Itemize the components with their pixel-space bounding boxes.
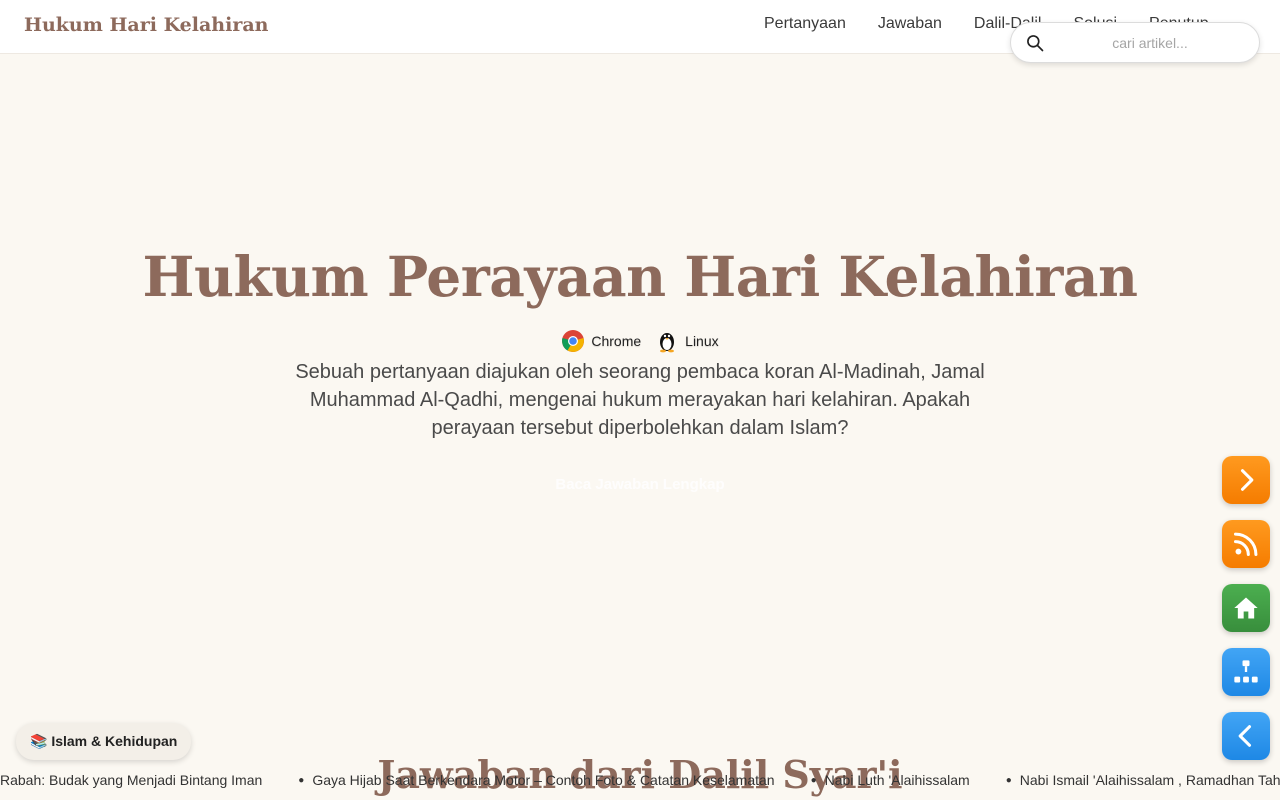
next-button[interactable] [1222, 456, 1270, 504]
nav-item-pertanyaan[interactable]: Pertanyaan [764, 15, 846, 33]
home-button[interactable] [1222, 584, 1270, 632]
ticker-item[interactable]: ● Nabi Ismail 'Alaihissalam , Ramadhan T… [1006, 772, 1280, 788]
ticker-item[interactable]: ● Nabi Luth 'Alaihissalam [811, 772, 970, 788]
badge-chrome: Chrome [561, 329, 641, 353]
ticker-item-label: Gaya Hijab Saat Berkendara Motor – Conto… [312, 772, 775, 788]
search-icon[interactable] [1025, 33, 1045, 53]
ticker-item[interactable]: ● Gaya Hijab Saat Berkendara Motor – Con… [298, 772, 774, 788]
read-answer-button[interactable]: Baca Jawaban Lengkap [0, 476, 1280, 493]
news-ticker: Rabah: Budak yang Menjadi Bintang Iman ●… [0, 772, 1280, 792]
sitemap-button[interactable] [1222, 648, 1270, 696]
site-brand[interactable]: Hukum Hari Kelahiran [24, 14, 268, 36]
search-input[interactable] [1055, 32, 1245, 54]
rss-button[interactable] [1222, 520, 1270, 568]
ticker-item[interactable]: Rabah: Budak yang Menjadi Bintang Iman [0, 772, 262, 788]
badge-label: Chrome [591, 333, 642, 349]
chrome-icon [562, 330, 585, 352]
platform-badges: Chrome Linux [0, 329, 1280, 353]
home-icon [1234, 597, 1258, 619]
ticker-item-label: Rabah: Budak yang Menjadi Bintang Iman [0, 772, 263, 788]
hero-description: Sebuah pertanyaan diajukan oleh seorang … [295, 361, 985, 439]
badge-linux: Linux [655, 329, 719, 353]
badge-label: Linux [685, 333, 719, 349]
rss-icon [1233, 532, 1258, 557]
bullet-icon: ● [298, 774, 305, 786]
hero-title: Hukum Perayaan Hari Kelahiran [142, 244, 1138, 309]
nav-item-jawaban[interactable]: Jawaban [878, 15, 942, 33]
ticker-track: Rabah: Budak yang Menjadi Bintang Iman ●… [0, 772, 1280, 788]
bullet-icon: ● [810, 774, 817, 786]
category-chip[interactable]: 📚 Islam & Kehidupan [16, 723, 192, 760]
sitemap-icon [1234, 660, 1258, 683]
ticker-item-label: Nabi Ismail 'Alaihissalam , Ramadhan Tah… [1019, 772, 1280, 788]
ticker-item-label: Nabi Luth 'Alaihissalam [824, 772, 970, 788]
chevron-right-icon [1240, 469, 1254, 491]
back-button[interactable] [1222, 712, 1270, 760]
search-box [1010, 22, 1260, 63]
chevron-left-icon [1238, 725, 1252, 747]
bullet-icon: ● [1005, 774, 1012, 786]
linux-penguin-icon [660, 333, 675, 353]
